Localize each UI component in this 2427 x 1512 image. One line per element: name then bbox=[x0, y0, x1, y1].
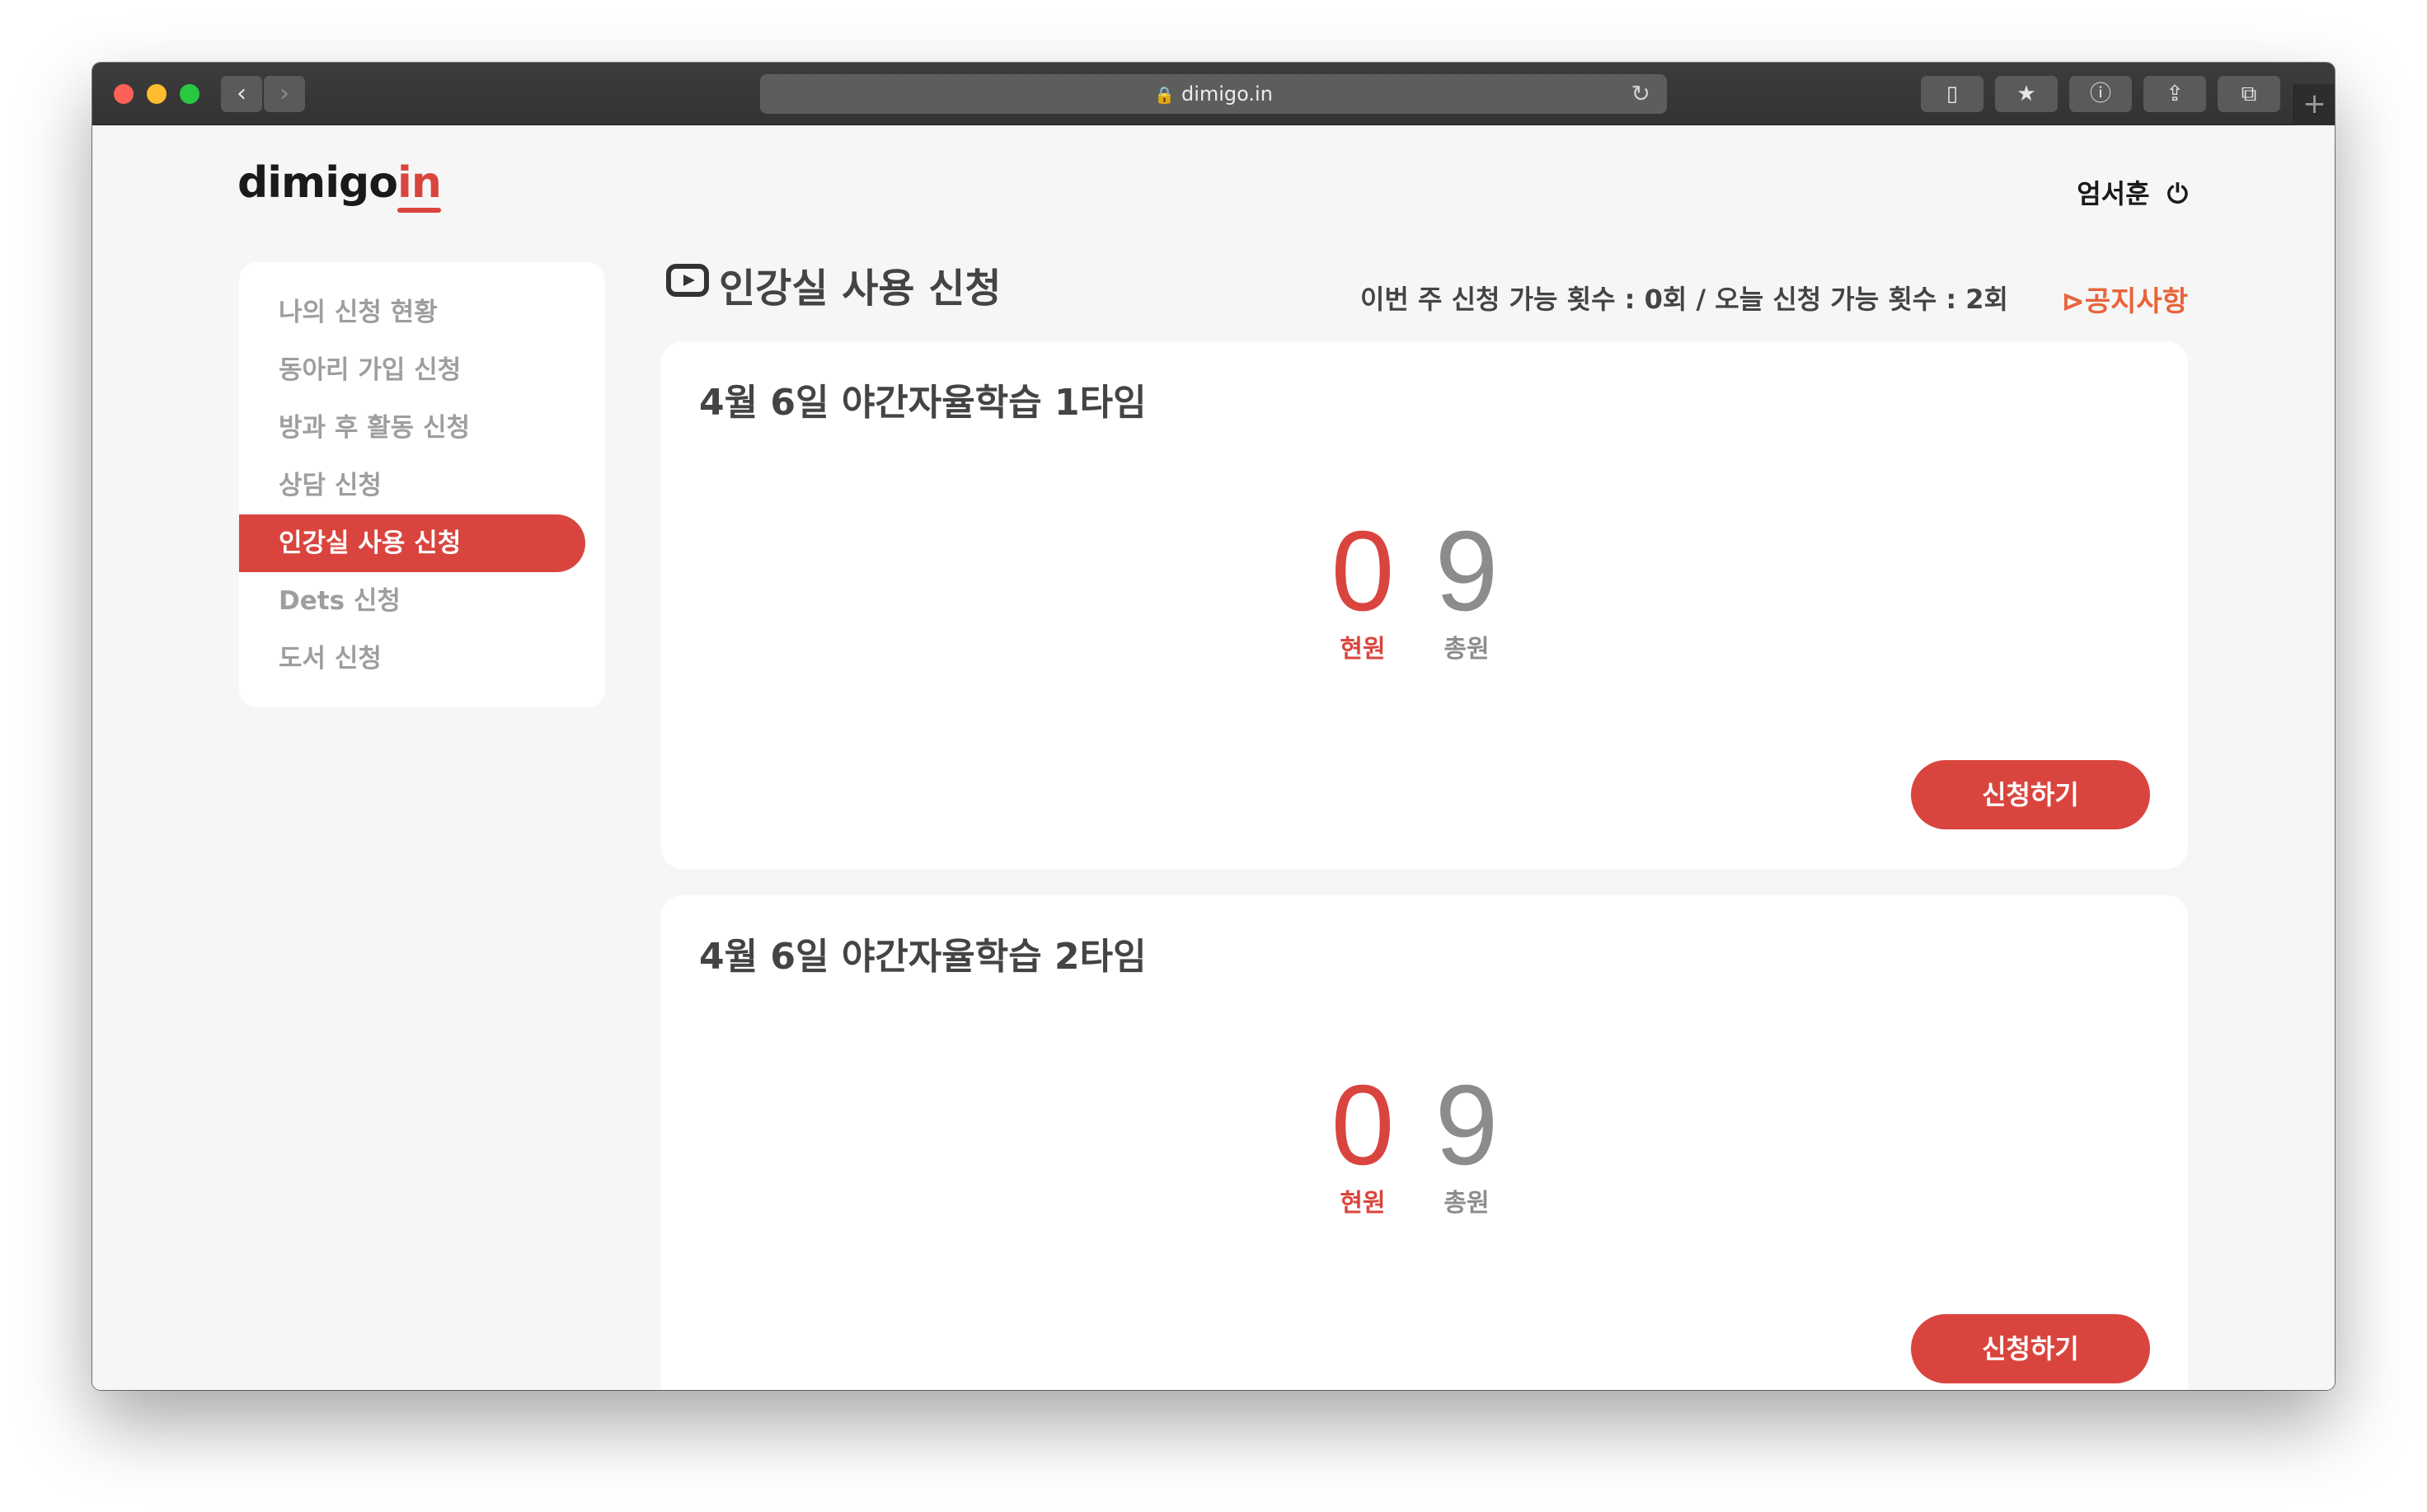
user-name: 엄서훈 bbox=[2077, 178, 2150, 209]
session-card: 4월 6일 야간자율학습 1타임 0 현원 9 총원 신청하기 bbox=[661, 341, 2188, 869]
current-count-value: 0 bbox=[1331, 1062, 1395, 1189]
video-play-icon bbox=[666, 264, 709, 297]
session-title: 4월 6일 야간자율학습 2타임 bbox=[699, 936, 1147, 978]
sidebar-toggle-button[interactable]: ▯ bbox=[1921, 76, 1983, 112]
total-count: 9 총원 bbox=[1429, 1068, 1504, 1219]
notice-label: 공지사항 bbox=[2084, 285, 2188, 318]
url-text: dimigo.in bbox=[1181, 82, 1273, 106]
sidebar-item-label: 상담 신청 bbox=[279, 471, 382, 500]
power-icon[interactable]: ⏻ bbox=[2167, 178, 2188, 210]
apply-button[interactable]: 신청하기 bbox=[1911, 760, 2150, 829]
current-count: 0 현원 bbox=[1326, 1068, 1400, 1219]
tabs-icon: ⧉ bbox=[2241, 82, 2257, 106]
session-card: 4월 6일 야간자율학습 2타임 0 현원 9 총원 신청하기 bbox=[661, 895, 2188, 1390]
sidebar-item-afterschool[interactable]: 방과 후 활동 신청 bbox=[239, 399, 585, 457]
star-icon: ★ bbox=[2016, 82, 2036, 106]
total-count: 9 총원 bbox=[1429, 514, 1504, 664]
sidebar-item-label: 방과 후 활동 신청 bbox=[279, 413, 471, 443]
page-content: dimigoin 엄서훈 ⏻ 나의 신청 현황 동아리 가입 신청 방과 후 활… bbox=[92, 125, 2335, 1390]
chevron-left-icon: ‹ bbox=[237, 79, 246, 108]
plus-icon: + bbox=[2303, 87, 2326, 120]
info-icon: ⓘ bbox=[2089, 82, 2111, 106]
sidebar: 나의 신청 현황 동아리 가입 신청 방과 후 활동 신청 상담 신청 인강실 … bbox=[239, 262, 605, 707]
sidebar-icon: ▯ bbox=[1946, 82, 1959, 106]
total-count-value: 9 bbox=[1434, 1062, 1499, 1189]
zoom-window-button[interactable] bbox=[180, 84, 200, 104]
megaphone-icon: ⊳ bbox=[2061, 285, 2085, 318]
quota-status: 이번 주 신청 가능 횟수 : 0회 / 오늘 신청 가능 횟수 : 2회 bbox=[1359, 284, 2008, 315]
share-icon: ⇪ bbox=[2166, 82, 2184, 106]
current-count-value: 0 bbox=[1331, 508, 1395, 635]
total-count-value: 9 bbox=[1434, 508, 1499, 635]
browser-titlebar: ‹ › 🔒 dimigo.in ↻ ▯ ★ ⓘ ⇪ ⧉ + bbox=[92, 63, 2335, 125]
sidebar-item-dets[interactable]: Dets 신청 bbox=[239, 572, 585, 630]
dimigo-in-logo[interactable]: dimigoin bbox=[237, 158, 442, 208]
tabs-overview-button[interactable]: ⧉ bbox=[2218, 76, 2280, 112]
current-count: 0 현원 bbox=[1326, 514, 1400, 664]
sidebar-item-ingang[interactable]: 인강실 사용 신청 bbox=[239, 514, 585, 572]
lock-icon: 🔒 bbox=[1154, 85, 1175, 105]
address-bar[interactable]: 🔒 dimigo.in ↻ bbox=[760, 74, 1667, 114]
forward-button[interactable]: › bbox=[264, 76, 305, 112]
new-tab-button[interactable]: + bbox=[2293, 84, 2335, 125]
reload-icon[interactable]: ↻ bbox=[1631, 74, 1650, 114]
session-title: 4월 6일 야간자율학습 1타임 bbox=[699, 382, 1147, 424]
sidebar-item-label: Dets 신청 bbox=[279, 586, 401, 616]
sidebar-item-counsel[interactable]: 상담 신청 bbox=[239, 457, 585, 514]
chevron-right-icon: › bbox=[279, 79, 289, 108]
notice-link[interactable]: ⊳공지사항 bbox=[2061, 279, 2188, 319]
browser-window: ‹ › 🔒 dimigo.in ↻ ▯ ★ ⓘ ⇪ ⧉ + dimigoin 엄서… bbox=[92, 63, 2335, 1390]
user-menu: 엄서훈 ⏻ bbox=[2077, 173, 2188, 211]
sidebar-item-label: 나의 신청 현황 bbox=[279, 298, 438, 327]
bookmark-button[interactable]: ★ bbox=[1995, 76, 2058, 112]
sidebar-item-book[interactable]: 도서 신청 bbox=[239, 630, 585, 688]
info-button[interactable]: ⓘ bbox=[2069, 76, 2132, 112]
page-title: 인강실 사용 신청 bbox=[719, 265, 1002, 312]
sidebar-item-label: 인강실 사용 신청 bbox=[279, 528, 462, 558]
sidebar-item-label: 동아리 가입 신청 bbox=[279, 355, 462, 385]
logo-main-text: dimigo bbox=[237, 158, 398, 208]
back-button[interactable]: ‹ bbox=[221, 76, 262, 112]
sidebar-item-label: 도서 신청 bbox=[279, 644, 382, 674]
sidebar-item-my-status[interactable]: 나의 신청 현황 bbox=[239, 284, 585, 341]
apply-button[interactable]: 신청하기 bbox=[1911, 1314, 2150, 1383]
minimize-window-button[interactable] bbox=[147, 84, 167, 104]
sidebar-item-club[interactable]: 동아리 가입 신청 bbox=[239, 341, 585, 399]
logo-accent-text: in bbox=[397, 158, 442, 208]
share-button[interactable]: ⇪ bbox=[2143, 76, 2206, 112]
close-window-button[interactable] bbox=[114, 84, 134, 104]
